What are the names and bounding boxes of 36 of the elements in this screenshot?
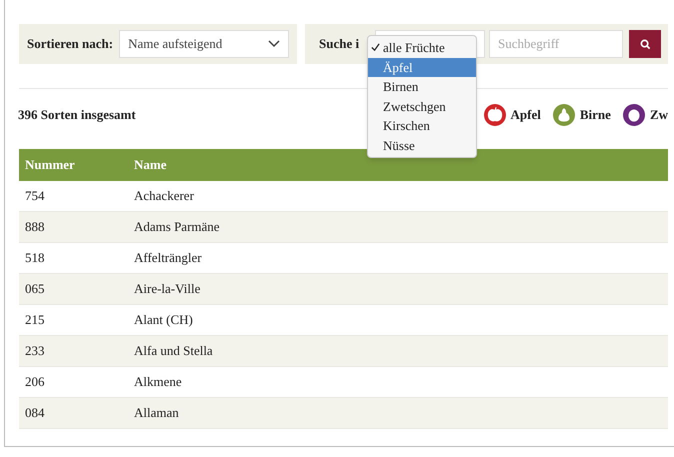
- table-cell-text: 065: [24, 280, 46, 298]
- legend-label: Birne: [580, 106, 611, 124]
- menu-item[interactable]: Äpfel: [368, 58, 476, 77]
- sort-label: Sortieren nach:: [27, 35, 114, 54]
- menu-item[interactable]: Kirschen: [368, 116, 476, 136]
- table-cell-text: 206: [24, 373, 46, 392]
- search-field[interactable]: Suchbegriff: [489, 30, 623, 58]
- menu-item[interactable]: Birnen: [368, 77, 476, 96]
- legend-label: Zw: [650, 106, 668, 124]
- menu-item[interactable]: alle Früchte: [368, 38, 476, 58]
- table-cell-text: Achackerer: [134, 187, 194, 206]
- menu-item[interactable]: Zwetschgen: [368, 96, 476, 116]
- table-cell-text: 215: [24, 311, 46, 330]
- search-in-label: Suche i: [319, 35, 360, 54]
- table-cell-text: Adams Parmäne: [134, 218, 220, 236]
- variety-count: 396 Sorten insgesamt: [18, 106, 136, 124]
- table-cell-text: Aire-la-Ville: [134, 280, 200, 298]
- menu-item[interactable]: Nüsse: [368, 136, 476, 155]
- sort-select[interactable]: Name aufsteigend: [119, 30, 289, 58]
- table-cell-text: Affelträngler: [134, 249, 202, 268]
- table-cell-text: Allaman: [134, 404, 179, 422]
- column-header: Nummer: [24, 156, 76, 174]
- legend-label: Apfel: [510, 106, 541, 124]
- search-button[interactable]: [629, 30, 661, 58]
- search-icon: [640, 38, 650, 50]
- table-cell-text: 754: [24, 187, 46, 206]
- table-cell-text: 233: [24, 342, 46, 360]
- table-cell-text: 518: [24, 249, 46, 268]
- table-cell-text: Alant (CH): [134, 311, 193, 330]
- column-header: Name: [134, 156, 166, 174]
- table-cell-text: Alfa und Stella: [134, 342, 213, 360]
- table-cell-text: 084: [24, 404, 46, 422]
- table-cell-text: 888: [24, 218, 46, 236]
- checkmark-icon: [371, 43, 380, 52]
- table-cell-text: Alkmene: [134, 373, 182, 392]
- chevron-down-icon: [268, 40, 280, 48]
